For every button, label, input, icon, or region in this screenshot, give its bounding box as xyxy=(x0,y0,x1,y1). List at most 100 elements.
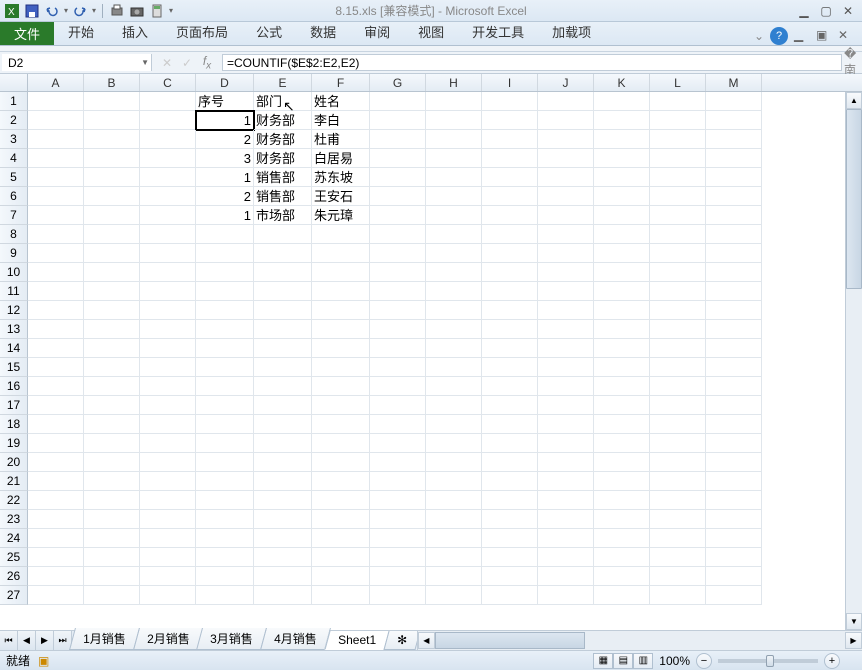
cell[interactable] xyxy=(538,111,594,130)
row-header[interactable]: 12 xyxy=(0,301,28,320)
sheet-tab[interactable]: Sheet1 xyxy=(324,631,389,650)
cell[interactable] xyxy=(254,225,312,244)
cell[interactable] xyxy=(370,263,426,282)
cell[interactable] xyxy=(650,434,706,453)
cell[interactable]: 1 xyxy=(196,206,254,225)
cell[interactable] xyxy=(706,149,762,168)
cell[interactable] xyxy=(312,586,370,605)
cell[interactable] xyxy=(538,453,594,472)
cell[interactable] xyxy=(482,339,538,358)
cell[interactable] xyxy=(482,434,538,453)
cell[interactable] xyxy=(196,510,254,529)
row-header[interactable]: 26 xyxy=(0,567,28,586)
camera-icon[interactable] xyxy=(129,3,145,19)
cell[interactable] xyxy=(594,567,650,586)
cell[interactable] xyxy=(312,548,370,567)
page-break-view-button[interactable]: ▥ xyxy=(633,653,653,669)
cell[interactable] xyxy=(594,187,650,206)
cell[interactable] xyxy=(482,396,538,415)
cell[interactable] xyxy=(706,339,762,358)
column-header[interactable]: H xyxy=(426,74,482,91)
page-layout-view-button[interactable]: ▤ xyxy=(613,653,633,669)
cell[interactable] xyxy=(84,548,140,567)
cell[interactable] xyxy=(254,434,312,453)
cell[interactable] xyxy=(650,358,706,377)
cell[interactable] xyxy=(370,301,426,320)
cell[interactable] xyxy=(426,263,482,282)
cell[interactable] xyxy=(196,434,254,453)
cell[interactable] xyxy=(594,510,650,529)
cell[interactable] xyxy=(196,453,254,472)
cell[interactable] xyxy=(650,130,706,149)
ribbon-tab[interactable]: 插入 xyxy=(108,18,162,45)
cell[interactable] xyxy=(254,301,312,320)
cell[interactable] xyxy=(426,529,482,548)
cell[interactable] xyxy=(196,586,254,605)
cell[interactable] xyxy=(538,415,594,434)
cell[interactable] xyxy=(426,377,482,396)
cell[interactable] xyxy=(84,320,140,339)
cell[interactable]: 苏东坡 xyxy=(312,168,370,187)
cell[interactable]: 市场部 xyxy=(254,206,312,225)
cell[interactable] xyxy=(312,358,370,377)
cell[interactable] xyxy=(140,377,196,396)
cell[interactable] xyxy=(312,377,370,396)
cell[interactable] xyxy=(706,548,762,567)
cell[interactable] xyxy=(312,415,370,434)
vertical-scroll-thumb[interactable] xyxy=(846,109,862,289)
cell[interactable] xyxy=(706,434,762,453)
cell[interactable] xyxy=(84,472,140,491)
cell[interactable] xyxy=(538,567,594,586)
cell[interactable] xyxy=(426,92,482,111)
row-header[interactable]: 9 xyxy=(0,244,28,263)
cell[interactable] xyxy=(426,472,482,491)
cell[interactable] xyxy=(140,548,196,567)
cell[interactable] xyxy=(426,434,482,453)
ribbon-tab[interactable]: 审阅 xyxy=(350,18,404,45)
scroll-left-icon[interactable]: ◀ xyxy=(418,632,435,649)
cell[interactable] xyxy=(706,396,762,415)
cell[interactable] xyxy=(426,225,482,244)
workbook-minimize-icon[interactable]: ▁ xyxy=(794,28,810,44)
cell[interactable] xyxy=(84,415,140,434)
cell[interactable] xyxy=(650,396,706,415)
cell[interactable] xyxy=(426,510,482,529)
ribbon-tab[interactable]: 数据 xyxy=(296,18,350,45)
cell[interactable] xyxy=(538,206,594,225)
cell[interactable] xyxy=(706,92,762,111)
cell[interactable] xyxy=(370,586,426,605)
cell[interactable] xyxy=(482,301,538,320)
cell[interactable] xyxy=(84,567,140,586)
cell[interactable] xyxy=(370,396,426,415)
cell[interactable] xyxy=(370,282,426,301)
cell[interactable] xyxy=(594,415,650,434)
ribbon-tab[interactable]: 加载项 xyxy=(538,18,605,45)
cell[interactable] xyxy=(370,320,426,339)
cell[interactable] xyxy=(706,529,762,548)
cell[interactable] xyxy=(538,529,594,548)
cell[interactable] xyxy=(196,225,254,244)
cell[interactable] xyxy=(426,358,482,377)
cell[interactable] xyxy=(370,434,426,453)
cell[interactable] xyxy=(28,225,84,244)
cell[interactable] xyxy=(370,567,426,586)
cell[interactable] xyxy=(140,130,196,149)
cell[interactable] xyxy=(312,472,370,491)
cell[interactable] xyxy=(370,187,426,206)
zoom-out-button[interactable]: − xyxy=(696,653,712,669)
sheet-nav-first-icon[interactable]: ⏮ xyxy=(0,631,18,650)
cell[interactable] xyxy=(594,358,650,377)
cell[interactable] xyxy=(650,149,706,168)
cell[interactable] xyxy=(28,206,84,225)
cell[interactable] xyxy=(426,548,482,567)
cell[interactable] xyxy=(140,510,196,529)
column-header[interactable]: A xyxy=(28,74,84,91)
cell[interactable] xyxy=(706,567,762,586)
print-preview-icon[interactable] xyxy=(109,3,125,19)
cell[interactable] xyxy=(538,168,594,187)
cell[interactable] xyxy=(482,244,538,263)
cell[interactable] xyxy=(482,263,538,282)
cell[interactable] xyxy=(706,415,762,434)
cell[interactable] xyxy=(254,339,312,358)
cell[interactable] xyxy=(650,111,706,130)
